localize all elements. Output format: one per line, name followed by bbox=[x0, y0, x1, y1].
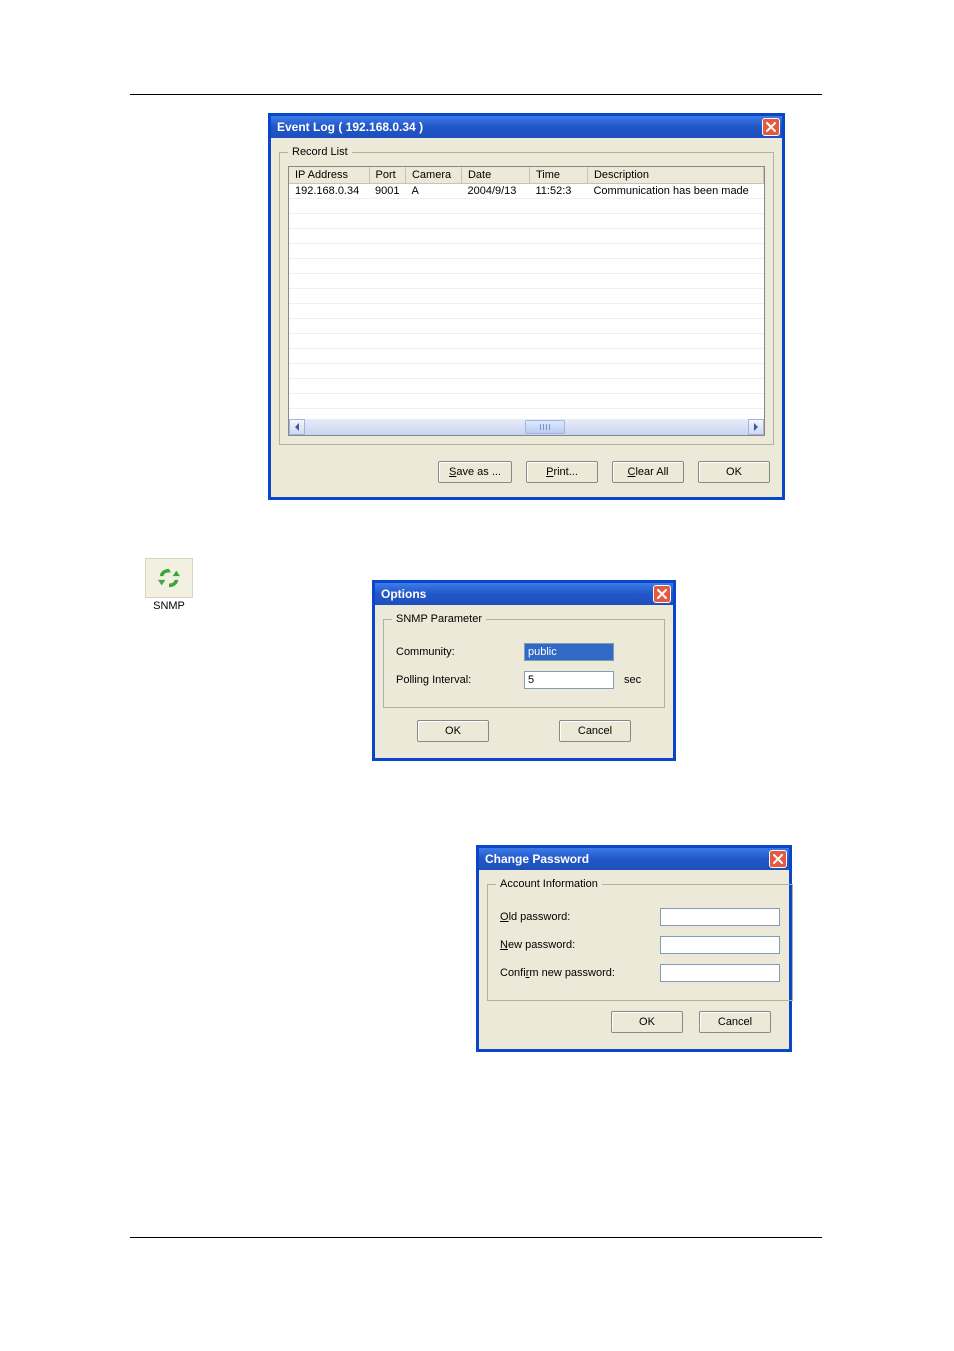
cell-ip: 192.168.0.34 bbox=[289, 184, 369, 199]
save-as-button[interactable]: Save as ... bbox=[438, 461, 512, 483]
ok-button[interactable]: OK bbox=[611, 1011, 683, 1033]
snmp-desktop-icon[interactable]: SNMP bbox=[142, 558, 196, 612]
close-icon[interactable] bbox=[769, 850, 787, 868]
record-list-table-wrap: IP Address Port Camera Date Time Descrip… bbox=[288, 166, 765, 436]
options-titlebar[interactable]: Options bbox=[375, 583, 673, 605]
new-password-input[interactable] bbox=[660, 936, 780, 954]
event-log-title: Event Log ( 192.168.0.34 ) bbox=[277, 120, 423, 134]
col-header-port[interactable]: Port bbox=[369, 167, 405, 184]
record-list-legend: Record List bbox=[288, 146, 352, 158]
polling-interval-label: Polling Interval: bbox=[396, 674, 524, 686]
record-list-table: IP Address Port Camera Date Time Descrip… bbox=[289, 167, 764, 409]
options-title: Options bbox=[381, 587, 426, 601]
table-row bbox=[289, 289, 764, 304]
scroll-left-icon[interactable] bbox=[289, 419, 305, 435]
table-row bbox=[289, 334, 764, 349]
table-row bbox=[289, 199, 764, 214]
col-header-date[interactable]: Date bbox=[461, 167, 529, 184]
change-password-window: Change Password Account Information Old … bbox=[476, 845, 792, 1052]
col-header-time[interactable]: Time bbox=[529, 167, 587, 184]
old-password-label: Old password: bbox=[500, 911, 660, 923]
cancel-button[interactable]: Cancel bbox=[699, 1011, 771, 1033]
close-icon[interactable] bbox=[762, 118, 780, 136]
col-header-description[interactable]: Description bbox=[587, 167, 763, 184]
event-log-titlebar[interactable]: Event Log ( 192.168.0.34 ) bbox=[271, 116, 782, 138]
polling-interval-input[interactable] bbox=[524, 671, 614, 689]
cell-port: 9001 bbox=[369, 184, 405, 199]
cell-date: 2004/9/13 bbox=[461, 184, 529, 199]
table-row bbox=[289, 229, 764, 244]
confirm-password-input[interactable] bbox=[660, 964, 780, 982]
confirm-password-label: Confirm new password: bbox=[500, 967, 660, 979]
table-row bbox=[289, 319, 764, 334]
table-row bbox=[289, 304, 764, 319]
ok-button[interactable]: OK bbox=[698, 461, 770, 483]
clear-all-button[interactable]: Clear All bbox=[612, 461, 684, 483]
recycle-icon bbox=[145, 558, 193, 598]
horizontal-scrollbar[interactable] bbox=[289, 419, 764, 435]
table-row bbox=[289, 274, 764, 289]
col-header-ip[interactable]: IP Address bbox=[289, 167, 369, 184]
old-password-input[interactable] bbox=[660, 908, 780, 926]
cancel-button[interactable]: Cancel bbox=[559, 720, 631, 742]
table-row bbox=[289, 244, 764, 259]
record-list-group: Record List IP Address Port Camera Date … bbox=[279, 146, 774, 445]
snmp-parameter-legend: SNMP Parameter bbox=[392, 613, 486, 625]
close-icon[interactable] bbox=[653, 585, 671, 603]
scrollbar-track[interactable] bbox=[305, 419, 748, 435]
print-button[interactable]: Print... bbox=[526, 461, 598, 483]
change-password-titlebar[interactable]: Change Password bbox=[479, 848, 789, 870]
table-row[interactable]: 192.168.0.34 9001 A 2004/9/13 11:52:3 Co… bbox=[289, 184, 764, 199]
table-row bbox=[289, 214, 764, 229]
account-information-group: Account Information Old password: New pa… bbox=[487, 878, 793, 1001]
polling-interval-unit: sec bbox=[624, 674, 641, 686]
page-rule-bottom bbox=[130, 1237, 822, 1238]
scroll-right-icon[interactable] bbox=[748, 419, 764, 435]
event-log-window: Event Log ( 192.168.0.34 ) Record List I… bbox=[268, 113, 785, 500]
scrollbar-thumb[interactable] bbox=[525, 420, 565, 434]
new-password-label: New password: bbox=[500, 939, 660, 951]
community-label: Community: bbox=[396, 646, 524, 658]
ok-button[interactable]: OK bbox=[417, 720, 489, 742]
table-row bbox=[289, 379, 764, 394]
snmp-icon-label: SNMP bbox=[142, 600, 196, 612]
table-row bbox=[289, 364, 764, 379]
cell-camera: A bbox=[405, 184, 461, 199]
account-information-legend: Account Information bbox=[496, 878, 602, 890]
cell-description: Communication has been made bbox=[587, 184, 763, 199]
change-password-title: Change Password bbox=[485, 852, 589, 866]
table-row bbox=[289, 259, 764, 274]
page-rule-top bbox=[130, 94, 822, 95]
col-header-camera[interactable]: Camera bbox=[405, 167, 461, 184]
cell-time: 11:52:3 bbox=[529, 184, 587, 199]
community-input[interactable] bbox=[524, 643, 614, 661]
table-row bbox=[289, 349, 764, 364]
options-window: Options SNMP Parameter Community: Pollin… bbox=[372, 580, 676, 761]
snmp-parameter-group: SNMP Parameter Community: Polling Interv… bbox=[383, 613, 665, 708]
table-row bbox=[289, 394, 764, 409]
